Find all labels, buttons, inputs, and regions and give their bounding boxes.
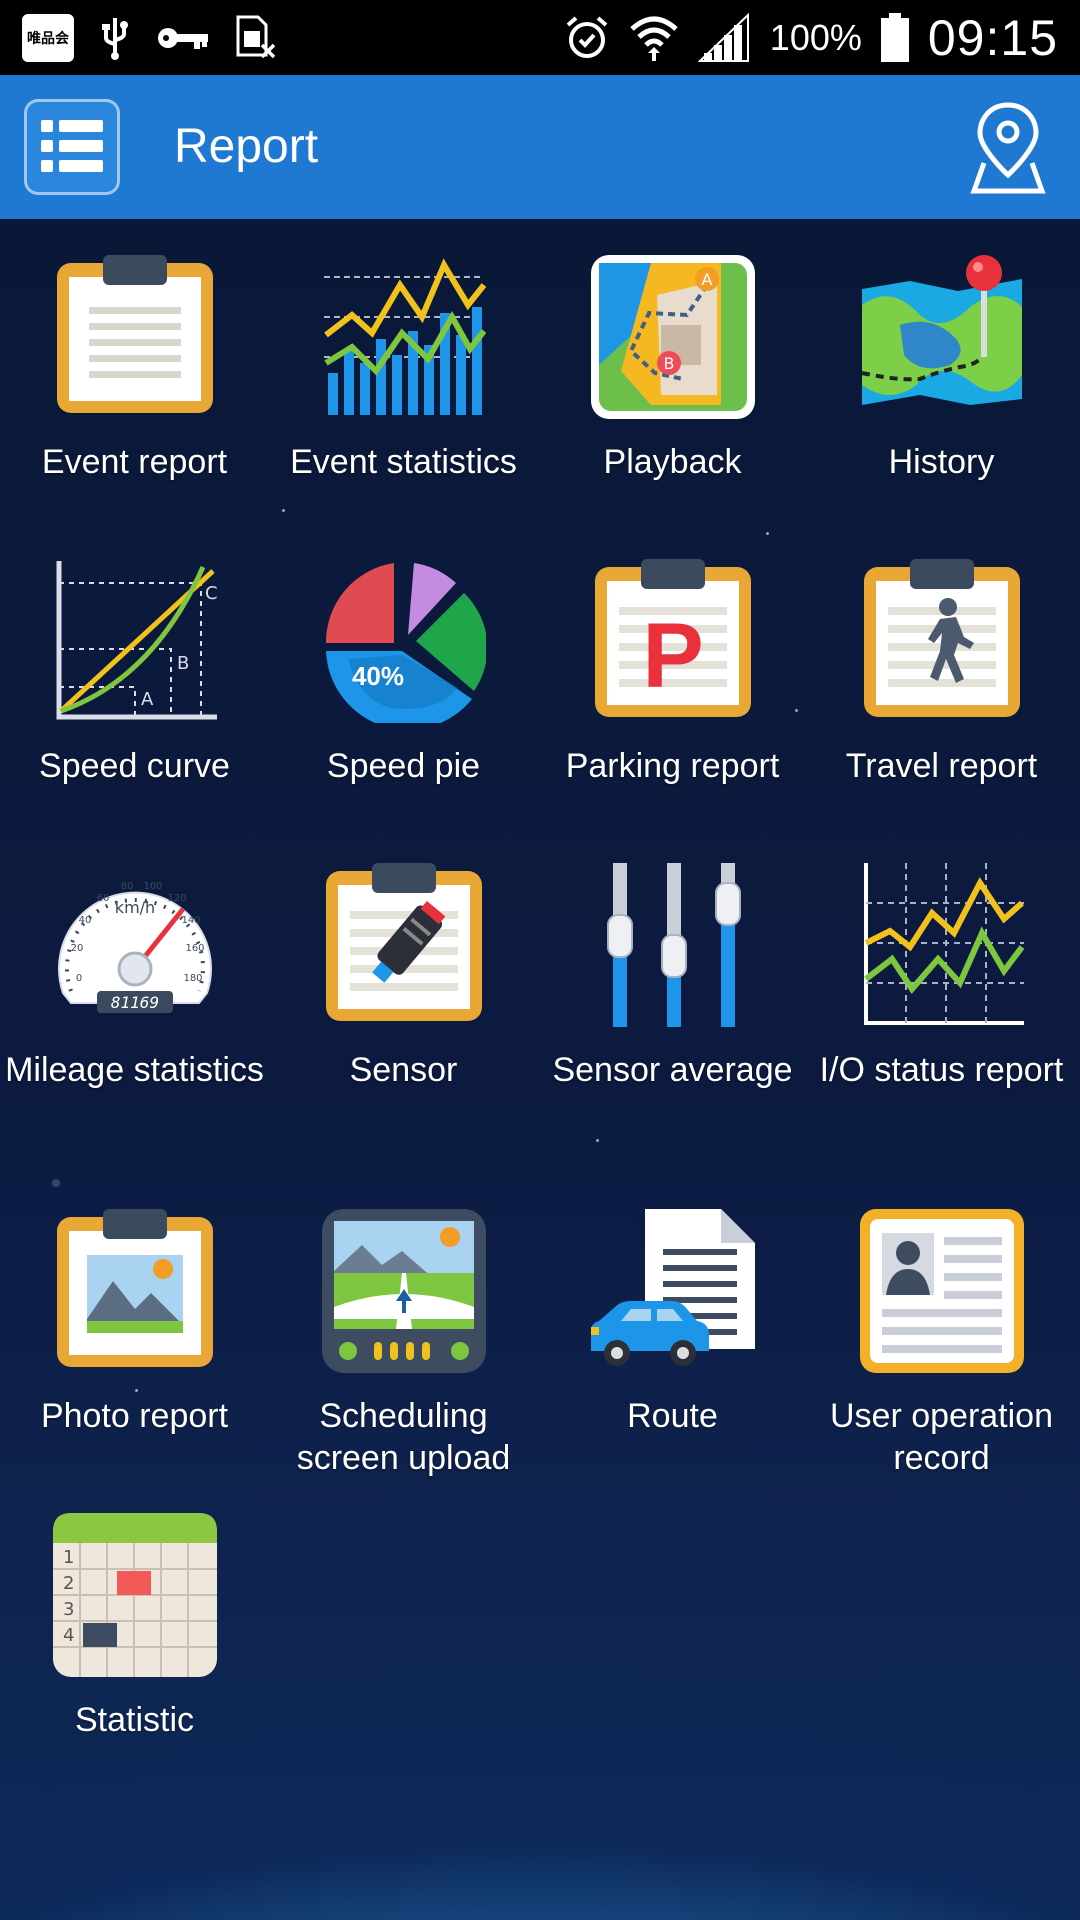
- key-icon: [158, 27, 208, 49]
- svg-text:3: 3: [63, 1599, 74, 1620]
- speedometer-icon: km/h 0 20 40 60 80 100 120 140 160 180 81169: [53, 863, 217, 1027]
- curve-point-a: A: [141, 689, 154, 710]
- calendar-grid-icon: 1 2 3 4: [52, 1513, 217, 1677]
- navigation-screen-icon: [321, 1209, 486, 1373]
- item-label: History: [888, 443, 995, 481]
- svg-text:100: 100: [143, 881, 162, 892]
- pie-percent-text: 40%: [351, 661, 403, 691]
- svg-text:1: 1: [63, 1547, 74, 1568]
- item-label: Photo report: [40, 1397, 229, 1435]
- user-operation-record-item[interactable]: User operation record: [807, 1209, 1076, 1479]
- playback-item[interactable]: A B Playback: [538, 255, 807, 483]
- sensor-item[interactable]: Sensor: [269, 863, 538, 1091]
- battery-icon: [880, 12, 909, 62]
- battery-percent: 100%: [769, 16, 862, 58]
- svg-text:4: 4: [63, 1625, 74, 1646]
- item-label: Event statistics: [290, 443, 517, 481]
- io-line-chart-icon: [860, 863, 1024, 1027]
- pie-chart-icon: 40%: [322, 559, 486, 723]
- io-status-report-item[interactable]: I/O status report: [807, 863, 1076, 1091]
- item-label: Statistic: [74, 1701, 195, 1739]
- speed-unit: km/h: [114, 898, 154, 917]
- svg-text:20: 20: [70, 943, 83, 954]
- route-item[interactable]: Route: [538, 1209, 807, 1437]
- scheduling-screen-upload-item[interactable]: Scheduling screen upload: [269, 1209, 538, 1479]
- item-label: Travel report: [845, 747, 1038, 785]
- item-label: Speed pie: [326, 747, 481, 785]
- svg-text:80: 80: [120, 881, 133, 892]
- item-label: Playback: [603, 443, 742, 481]
- parking-report-item[interactable]: P Parking report: [538, 559, 807, 787]
- item-label: Sensor: [349, 1051, 458, 1089]
- route-point-a: A: [701, 270, 712, 289]
- svg-text:60: 60: [96, 893, 109, 904]
- event-report-item[interactable]: Event report: [0, 255, 269, 483]
- curve-point-c: C: [205, 583, 217, 604]
- sensor-average-item[interactable]: Sensor average: [538, 863, 807, 1091]
- photo-clipboard-icon: [53, 1209, 217, 1373]
- history-item[interactable]: History: [807, 255, 1076, 483]
- speed-curve-icon: A B C: [53, 559, 217, 723]
- odometer-text: 81169: [110, 993, 158, 1012]
- event-statistics-item[interactable]: Event statistics: [269, 255, 538, 483]
- mileage-statistics-item[interactable]: km/h 0 20 40 60 80 100 120 140 160 180 81169 Mile…: [0, 863, 269, 1091]
- svg-text:140: 140: [181, 915, 200, 926]
- photo-report-item[interactable]: Photo report: [0, 1209, 269, 1437]
- parking-clipboard-icon: P: [591, 559, 755, 723]
- parking-letter: P: [642, 605, 703, 707]
- travel-report-item[interactable]: Travel report: [807, 559, 1076, 787]
- report-grid: Event report Event statistics A B Playba…: [0, 219, 1080, 1920]
- alarm-icon: [566, 15, 608, 58]
- map-route-icon: A B: [590, 255, 755, 419]
- id-card-icon: [859, 1209, 1024, 1373]
- item-label: Mileage statistics: [5, 1051, 264, 1089]
- walking-clipboard-icon: [860, 559, 1024, 723]
- svg-text:40: 40: [78, 915, 91, 926]
- svg-text:180: 180: [183, 973, 202, 984]
- clipboard-icon: [53, 255, 217, 419]
- menu-button[interactable]: [24, 99, 120, 195]
- curve-point-b: B: [177, 653, 189, 674]
- bar-line-chart-icon: [322, 255, 486, 419]
- clock: 09:15: [927, 9, 1058, 66]
- slider-bars-icon: [591, 863, 755, 1027]
- item-label: Event report: [41, 443, 228, 481]
- svg-text:0: 0: [75, 973, 81, 984]
- vip-app-icon: 唯品会: [22, 13, 74, 62]
- speed-pie-item[interactable]: 40% Speed pie: [269, 559, 538, 787]
- statistic-item[interactable]: 1 2 3 4 Statistic: [0, 1513, 269, 1741]
- list-menu-icon: [41, 120, 103, 172]
- sim-off-icon: [236, 15, 276, 58]
- item-label: Parking report: [565, 747, 780, 785]
- route-point-b: B: [663, 354, 674, 373]
- svg-text:2: 2: [63, 1573, 74, 1594]
- item-label: Sensor average: [552, 1051, 793, 1089]
- item-label: I/O status report: [819, 1051, 1064, 1089]
- wifi-icon: [630, 16, 678, 61]
- sensor-clipboard-icon: [322, 863, 486, 1027]
- status-bar: 唯品会 100% 09:15: [0, 0, 1080, 75]
- usb-icon: [102, 17, 128, 60]
- car-document-icon: [590, 1209, 755, 1373]
- svg-text:160: 160: [185, 943, 204, 954]
- speed-curve-item[interactable]: A B C Speed curve: [0, 559, 269, 787]
- item-label: Route: [627, 1397, 718, 1435]
- signal-icon: [697, 12, 749, 62]
- map-pin-route-icon: [860, 255, 1024, 419]
- item-label: Scheduling screen upload: [296, 1397, 511, 1477]
- svg-text:120: 120: [167, 893, 186, 904]
- map-pin-icon[interactable]: [966, 97, 1050, 197]
- app-bar: Report: [0, 75, 1080, 219]
- item-label: User operation record: [829, 1397, 1053, 1477]
- page-title: Report: [174, 120, 319, 173]
- item-label: Speed curve: [39, 747, 230, 785]
